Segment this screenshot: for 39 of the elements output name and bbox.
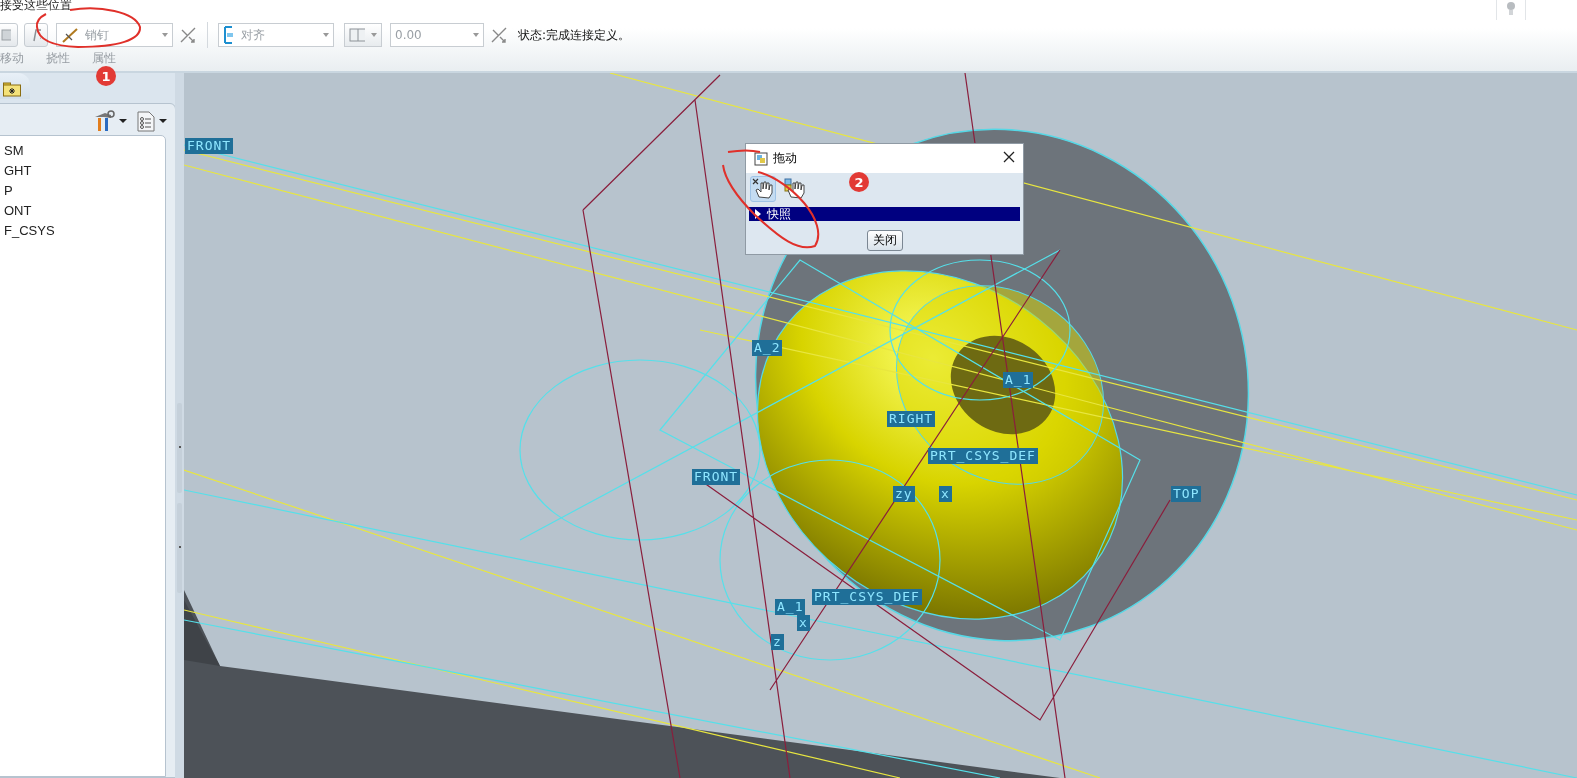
- snapshot-section-header[interactable]: 快照: [749, 207, 1020, 221]
- link-icon: [31, 27, 41, 43]
- panel-icon: [349, 28, 365, 42]
- show-dropdown-button[interactable]: [137, 110, 167, 132]
- dialog-icon: [754, 151, 768, 166]
- hand-boxes-icon: [784, 178, 806, 200]
- status-text: 状态:完成连接定义。: [518, 26, 631, 44]
- list-icon: [137, 110, 155, 132]
- pin-icon: [61, 27, 79, 43]
- datum-label: A_1: [1003, 372, 1034, 388]
- datum-label: x: [797, 615, 810, 631]
- datum-label: FRONT: [692, 469, 741, 485]
- tree-item[interactable]: ONT: [4, 201, 32, 221]
- datum-label: PRT_CSYS_DEF: [812, 589, 922, 605]
- align-icon: [223, 26, 235, 44]
- folder-icon[interactable]: [3, 82, 21, 97]
- datum-label: zy: [893, 486, 915, 502]
- tree-item[interactable]: P: [4, 181, 13, 201]
- datum-label: FRONT: [185, 138, 234, 154]
- close-dialog-button[interactable]: 关闭: [866, 230, 903, 251]
- datum-label: RIGHT: [887, 411, 936, 427]
- hand-x-icon: [752, 178, 774, 200]
- dialog-title: 拖动: [773, 150, 797, 167]
- tool-button[interactable]: [24, 23, 48, 47]
- flip-icon[interactable]: [490, 26, 508, 44]
- tree-item[interactable]: F_CSYS: [4, 221, 55, 241]
- tree-item[interactable]: SM: [4, 141, 24, 161]
- datum-label: x: [939, 486, 952, 502]
- flip-icon[interactable]: [179, 26, 197, 44]
- close-icon: [1003, 151, 1015, 163]
- datum-label: A_1: [775, 599, 806, 615]
- tree-item[interactable]: GHT: [4, 161, 32, 181]
- tools-icon: [93, 110, 115, 132]
- datum-label: z: [771, 634, 784, 650]
- datum-label: TOP: [1171, 486, 1202, 502]
- datum-label: A_2: [752, 340, 783, 356]
- datum-label: PRT_CSYS_DEF: [928, 448, 1038, 464]
- drag-tool-button[interactable]: [750, 176, 776, 202]
- settings-dropdown-button[interactable]: [93, 110, 127, 132]
